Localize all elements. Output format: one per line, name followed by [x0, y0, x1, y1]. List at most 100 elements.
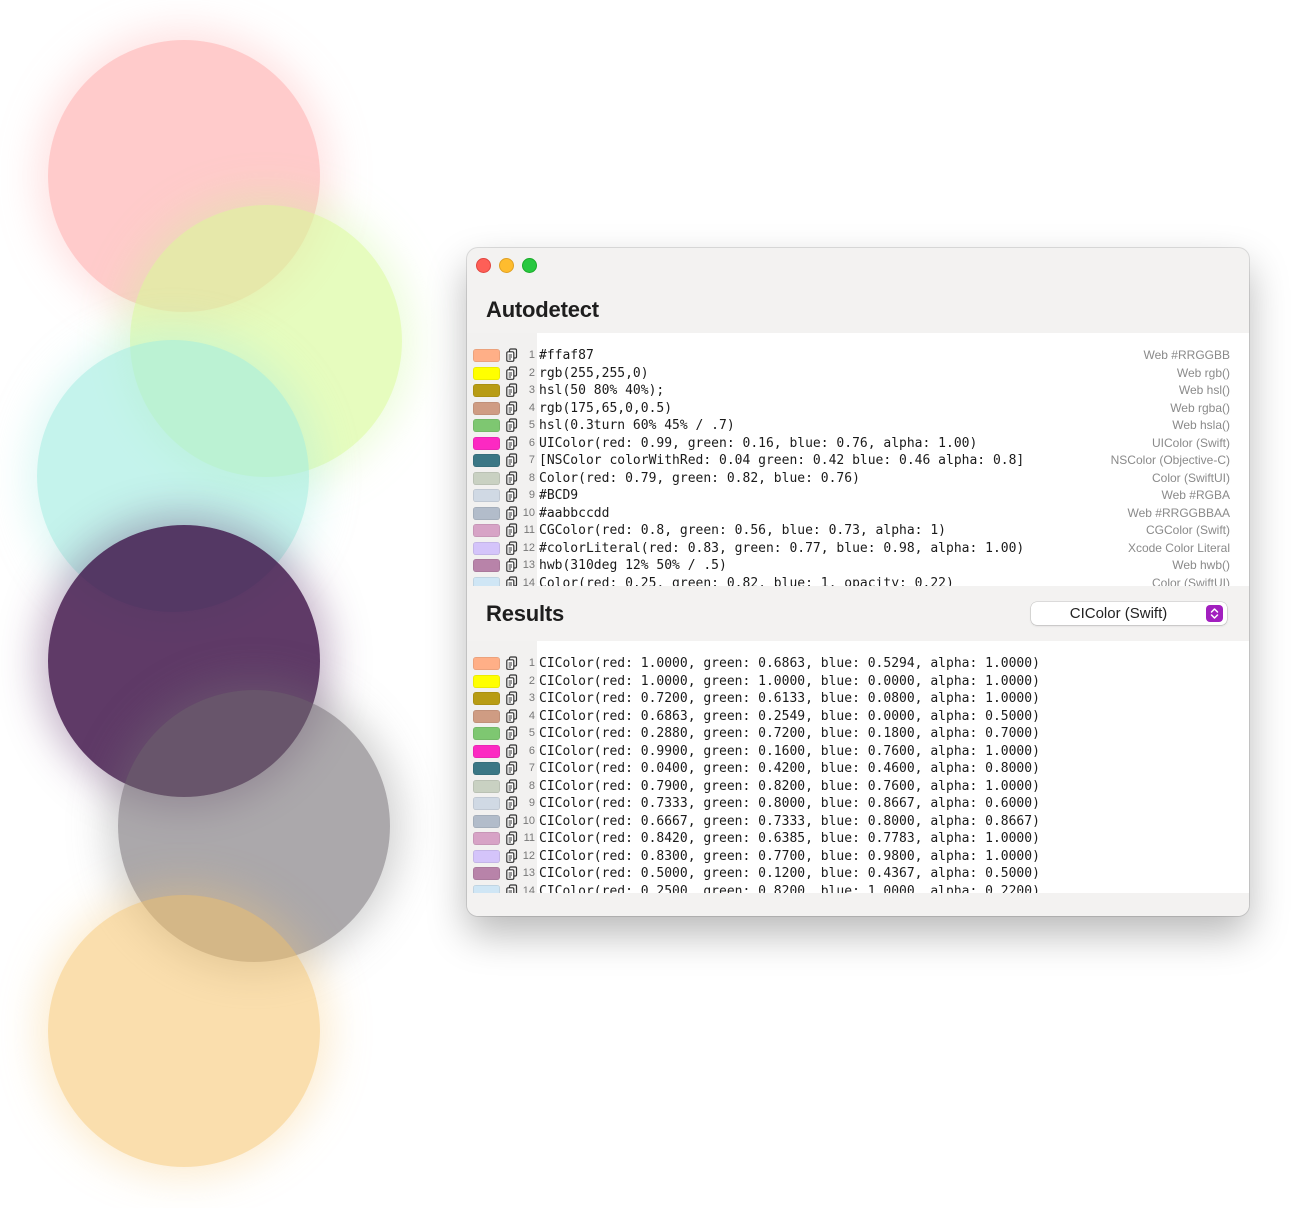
color-swatch[interactable] — [473, 541, 500, 555]
color-swatch[interactable] — [473, 867, 500, 880]
color-code-text[interactable]: UIColor(red: 0.99, green: 0.16, blue: 0.… — [539, 435, 977, 453]
copy-icon[interactable] — [505, 523, 519, 538]
output-format-popup[interactable]: CIColor (Swift) — [1031, 602, 1227, 625]
line-row[interactable]: 14 Color(red: 0.25, green: 0.82, blue: 1,… — [467, 575, 1249, 587]
color-code-text[interactable]: CGColor(red: 0.8, green: 0.56, blue: 0.7… — [539, 522, 946, 540]
line-row[interactable]: 1 CIColor(red: 1.0000, green: 0.6863, blu… — [467, 655, 1249, 673]
color-swatch[interactable] — [473, 779, 500, 793]
copy-icon[interactable] — [505, 796, 519, 811]
color-swatch[interactable] — [473, 524, 500, 537]
minimize-window-button[interactable] — [499, 258, 514, 273]
color-code-text[interactable]: CIColor(red: 0.7200, green: 0.6133, blue… — [539, 690, 1040, 708]
color-code-text[interactable]: [NSColor colorWithRed: 0.04 green: 0.42 … — [539, 452, 1024, 470]
color-code-text[interactable]: #BCD9 — [539, 487, 578, 505]
color-code-text[interactable]: CIColor(red: 0.2500, green: 0.8200, blue… — [539, 883, 1040, 894]
color-code-text[interactable]: hsl(0.3turn 60% 45% / .7) — [539, 417, 735, 435]
line-row[interactable]: 7 [NSColor colorWithRed: 0.04 green: 0.42… — [467, 452, 1249, 470]
copy-icon[interactable] — [505, 383, 519, 398]
color-code-text[interactable]: CIColor(red: 0.8420, green: 0.6385, blue… — [539, 830, 1040, 848]
line-row[interactable]: 8 Color(red: 0.79, green: 0.82, blue: 0.7… — [467, 470, 1249, 488]
results-editor[interactable]: 1 CIColor(red: 1.0000, green: 0.6863, blu… — [467, 641, 1249, 893]
copy-icon[interactable] — [505, 505, 519, 521]
copy-icon[interactable] — [505, 726, 519, 741]
line-row[interactable]: 11 CGColor(red: 0.8, green: 0.56, blue: 0… — [467, 522, 1249, 540]
line-row[interactable]: 5 CIColor(red: 0.2880, green: 0.7200, blu… — [467, 725, 1249, 743]
autodetect-editor[interactable]: 1 #ffaf87 Web #RRGGBB 2 rgb(255,255,0) Web rg… — [467, 333, 1249, 586]
color-swatch[interactable] — [473, 814, 500, 828]
copy-icon[interactable] — [505, 488, 519, 503]
color-code-text[interactable]: #aabbccdd — [539, 505, 609, 523]
copy-icon[interactable] — [505, 778, 519, 794]
color-code-text[interactable]: hsl(50 80% 40%); — [539, 382, 664, 400]
copy-icon[interactable] — [505, 691, 519, 706]
line-row[interactable]: 10 CIColor(red: 0.6667, green: 0.7333, bl… — [467, 813, 1249, 831]
color-code-text[interactable]: rgb(255,255,0) — [539, 365, 649, 383]
copy-icon[interactable] — [505, 470, 519, 486]
line-row[interactable]: 2 CIColor(red: 1.0000, green: 1.0000, blu… — [467, 673, 1249, 691]
color-code-text[interactable]: CIColor(red: 0.8300, green: 0.7700, blue… — [539, 848, 1040, 866]
copy-icon[interactable] — [505, 348, 519, 363]
line-row[interactable]: 9 CIColor(red: 0.7333, green: 0.8000, blu… — [467, 795, 1249, 813]
copy-icon[interactable] — [505, 418, 519, 433]
color-swatch[interactable] — [473, 349, 500, 362]
color-swatch[interactable] — [473, 384, 500, 397]
color-code-text[interactable]: CIColor(red: 0.9900, green: 0.1600, blue… — [539, 743, 1040, 761]
color-swatch[interactable] — [473, 436, 500, 450]
line-row[interactable]: 4 rgb(175,65,0,0.5) Web rgba() — [467, 400, 1249, 418]
color-swatch[interactable] — [473, 576, 500, 586]
color-swatch[interactable] — [473, 797, 500, 810]
color-swatch[interactable] — [473, 506, 500, 520]
color-code-text[interactable]: CIColor(red: 0.7333, green: 0.8000, blue… — [539, 795, 1040, 813]
copy-icon[interactable] — [505, 743, 519, 759]
line-row[interactable]: 6 CIColor(red: 0.9900, green: 0.1600, blu… — [467, 743, 1249, 761]
line-row[interactable]: 12 #colorLiteral(red: 0.83, green: 0.77, … — [467, 540, 1249, 558]
color-swatch[interactable] — [473, 454, 500, 467]
line-row[interactable]: 3 hsl(50 80% 40%); Web hsl() — [467, 382, 1249, 400]
line-row[interactable]: 8 CIColor(red: 0.7900, green: 0.8200, blu… — [467, 778, 1249, 796]
line-row[interactable]: 1 #ffaf87 Web #RRGGBB — [467, 347, 1249, 365]
color-swatch[interactable] — [473, 559, 500, 572]
line-row[interactable]: 4 CIColor(red: 0.6863, green: 0.2549, blu… — [467, 708, 1249, 726]
color-swatch[interactable] — [473, 727, 500, 740]
copy-icon[interactable] — [505, 673, 519, 689]
color-swatch[interactable] — [473, 401, 500, 415]
copy-icon[interactable] — [505, 453, 519, 468]
line-row[interactable]: 6 UIColor(red: 0.99, green: 0.16, blue: 0… — [467, 435, 1249, 453]
color-code-text[interactable]: rgb(175,65,0,0.5) — [539, 400, 672, 418]
color-swatch[interactable] — [473, 471, 500, 485]
color-swatch[interactable] — [473, 489, 500, 502]
copy-icon[interactable] — [505, 575, 519, 586]
color-code-text[interactable]: #colorLiteral(red: 0.83, green: 0.77, bl… — [539, 540, 1024, 558]
color-swatch[interactable] — [473, 884, 500, 893]
line-row[interactable]: 9 #BCD9 Web #RGBA — [467, 487, 1249, 505]
color-code-text[interactable]: Color(red: 0.25, green: 0.82, blue: 1, o… — [539, 575, 954, 587]
color-swatch[interactable] — [473, 674, 500, 688]
color-swatch[interactable] — [473, 832, 500, 845]
copy-icon[interactable] — [505, 656, 519, 671]
line-row[interactable]: 12 CIColor(red: 0.8300, green: 0.7700, bl… — [467, 848, 1249, 866]
color-swatch[interactable] — [473, 744, 500, 758]
color-swatch[interactable] — [473, 692, 500, 705]
copy-icon[interactable] — [505, 813, 519, 829]
zoom-window-button[interactable] — [522, 258, 537, 273]
copy-icon[interactable] — [505, 883, 519, 893]
color-code-text[interactable]: CIColor(red: 0.2880, green: 0.7200, blue… — [539, 725, 1040, 743]
color-swatch[interactable] — [473, 366, 500, 380]
color-code-text[interactable]: CIColor(red: 0.6667, green: 0.7333, blue… — [539, 813, 1040, 831]
line-row[interactable]: 7 CIColor(red: 0.0400, green: 0.4200, blu… — [467, 760, 1249, 778]
color-code-text[interactable]: hwb(310deg 12% 50% / .5) — [539, 557, 727, 575]
copy-icon[interactable] — [505, 540, 519, 556]
line-row[interactable]: 10 #aabbccdd Web #RRGGBBAA — [467, 505, 1249, 523]
color-swatch[interactable] — [473, 657, 500, 670]
color-code-text[interactable]: CIColor(red: 1.0000, green: 0.6863, blue… — [539, 655, 1040, 673]
title-bar[interactable] — [467, 248, 1249, 280]
copy-icon[interactable] — [505, 848, 519, 864]
color-code-text[interactable]: CIColor(red: 0.0400, green: 0.4200, blue… — [539, 760, 1040, 778]
copy-icon[interactable] — [505, 708, 519, 724]
copy-icon[interactable] — [505, 866, 519, 881]
copy-icon[interactable] — [505, 831, 519, 846]
line-row[interactable]: 13 CIColor(red: 0.5000, green: 0.1200, bl… — [467, 865, 1249, 883]
close-window-button[interactable] — [476, 258, 491, 273]
copy-icon[interactable] — [505, 558, 519, 573]
line-row[interactable]: 3 CIColor(red: 0.7200, green: 0.6133, blu… — [467, 690, 1249, 708]
